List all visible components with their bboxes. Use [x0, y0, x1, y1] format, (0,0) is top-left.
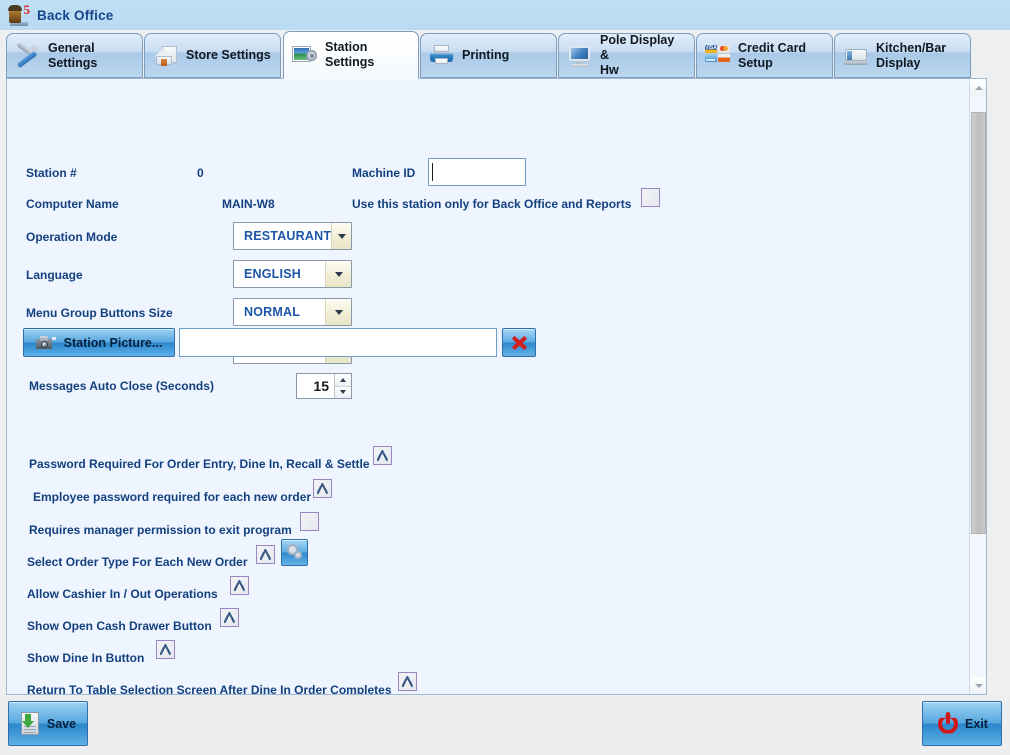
option-5-checkbox[interactable] — [220, 608, 239, 627]
tab-station-settings-label: Station Settings — [325, 40, 375, 69]
messages-auto-close-stepper[interactable]: 15 — [296, 373, 352, 399]
tab-pole-display-label: Pole Display & Hw — [600, 33, 675, 77]
credit-card-icon: VISA — [705, 44, 731, 68]
exit-button-label: Exit — [965, 716, 988, 731]
computer-name-value: MAIN-W8 — [222, 197, 275, 211]
option-6-checkbox[interactable] — [156, 640, 175, 659]
option-5-label: Show Open Cash Drawer Button — [27, 619, 212, 633]
tab-station-settings[interactable]: Station Settings — [283, 31, 419, 79]
power-icon — [936, 711, 960, 736]
chevron-down-icon[interactable] — [325, 261, 351, 287]
tools-icon — [15, 41, 41, 68]
title-bar: 5 Back Office — [0, 0, 1010, 30]
save-button[interactable]: Save — [8, 701, 88, 746]
tab-printing-label: Printing — [462, 48, 510, 62]
messages-auto-close-value: 15 — [313, 378, 329, 394]
tab-store-settings[interactable]: Store Settings — [144, 33, 281, 78]
scrollbar-thumb[interactable] — [971, 112, 986, 534]
language-select[interactable]: ENGLISH — [233, 260, 352, 288]
operation-mode-value: RESTAURANT — [244, 229, 332, 243]
back-office-only-label: Use this station only for Back Office an… — [352, 197, 632, 211]
printer-icon — [429, 44, 455, 68]
tab-store-settings-label: Store Settings — [186, 48, 271, 62]
tab-printing[interactable]: Printing — [420, 33, 557, 78]
tab-credit-card-setup[interactable]: VISA Credit Card Setup — [696, 33, 833, 78]
red-x-icon — [510, 334, 528, 352]
option-1-checkbox[interactable] — [313, 479, 332, 498]
scroll-up-button[interactable] — [970, 79, 986, 96]
tab-kitchen-bar-display[interactable]: Kitchen/Bar Display — [834, 33, 971, 78]
order-type-settings-button[interactable] — [281, 539, 308, 566]
station-picture-button[interactable]: Station Picture... — [23, 328, 175, 357]
tab-kitchen-bar-display-label: Kitchen/Bar Display — [876, 40, 947, 70]
option-4-checkbox[interactable] — [230, 576, 249, 595]
option-3-checkbox[interactable] — [256, 545, 275, 564]
save-icon — [20, 711, 42, 736]
station-settings-panel: Station # 0 Computer Name MAIN-W8 Machin… — [6, 78, 987, 695]
house-icon — [153, 44, 179, 68]
option-0-label: Password Required For Order Entry, Dine … — [29, 457, 370, 471]
menu-group-size-select[interactable]: NORMAL — [233, 298, 352, 326]
language-value: ENGLISH — [244, 267, 301, 281]
chevron-down-icon[interactable] — [331, 223, 351, 249]
tab-general-settings-label: General Settings — [48, 40, 98, 70]
tab-general-settings[interactable]: General Settings — [6, 33, 143, 78]
station-icon — [292, 43, 318, 67]
back-office-icon: 5 — [8, 3, 30, 26]
page-title: Back Office — [37, 7, 114, 23]
station-picture-path-input[interactable] — [179, 328, 497, 357]
tab-credit-card-setup-label: Credit Card Setup — [738, 40, 807, 70]
station-number-label: Station # — [26, 166, 77, 180]
stepper-down-icon[interactable] — [335, 386, 351, 398]
option-3-label: Select Order Type For Each New Order — [27, 555, 248, 569]
monitor-icon — [567, 44, 593, 68]
option-2-label: Requires manager permission to exit prog… — [29, 523, 292, 537]
language-label: Language — [26, 268, 83, 282]
option-4-label: Allow Cashier In / Out Operations — [27, 587, 218, 601]
menu-group-size-value: NORMAL — [244, 305, 301, 319]
machine-id-input[interactable] — [428, 158, 526, 186]
camera-icon — [35, 335, 56, 351]
gear-icon — [294, 551, 302, 559]
text-caret — [432, 163, 433, 181]
bottom-toolbar: Save Exit — [0, 696, 1010, 755]
option-6-label: Show Dine In Button — [27, 651, 145, 665]
messages-auto-close-label: Messages Auto Close (Seconds) — [29, 379, 214, 393]
back-office-only-checkbox[interactable] — [641, 188, 660, 207]
stepper-up-icon[interactable] — [335, 374, 351, 387]
tab-strip: General Settings Store Settings Station … — [0, 30, 1010, 79]
option-2-checkbox[interactable] — [300, 512, 319, 531]
exit-button[interactable]: Exit — [922, 701, 1002, 746]
menu-group-size-label: Menu Group Buttons Size — [26, 306, 173, 320]
operation-mode-label: Operation Mode — [26, 230, 118, 244]
operation-mode-select[interactable]: RESTAURANT — [233, 222, 352, 250]
machine-id-label: Machine ID — [352, 166, 416, 180]
clear-station-picture-button[interactable] — [502, 328, 536, 357]
option-7-checkbox[interactable] — [398, 672, 417, 691]
option-7-label: Return To Table Selection Screen After D… — [27, 683, 392, 694]
station-picture-button-label: Station Picture... — [63, 335, 163, 350]
vertical-scrollbar[interactable] — [969, 79, 986, 694]
tab-pole-display[interactable]: Pole Display & Hw — [558, 33, 695, 78]
chevron-down-icon[interactable] — [325, 299, 351, 325]
scroll-down-button[interactable] — [970, 677, 986, 694]
computer-name-label: Computer Name — [26, 197, 119, 211]
save-button-label: Save — [46, 716, 77, 731]
back-office-window: 5 Back Office General Settings Store Set… — [0, 0, 1010, 755]
option-1-label: Employee password required for each new … — [33, 490, 312, 504]
station-number-value: 0 — [197, 166, 204, 180]
option-0-checkbox[interactable] — [373, 446, 392, 465]
kitchen-display-icon — [843, 44, 869, 68]
